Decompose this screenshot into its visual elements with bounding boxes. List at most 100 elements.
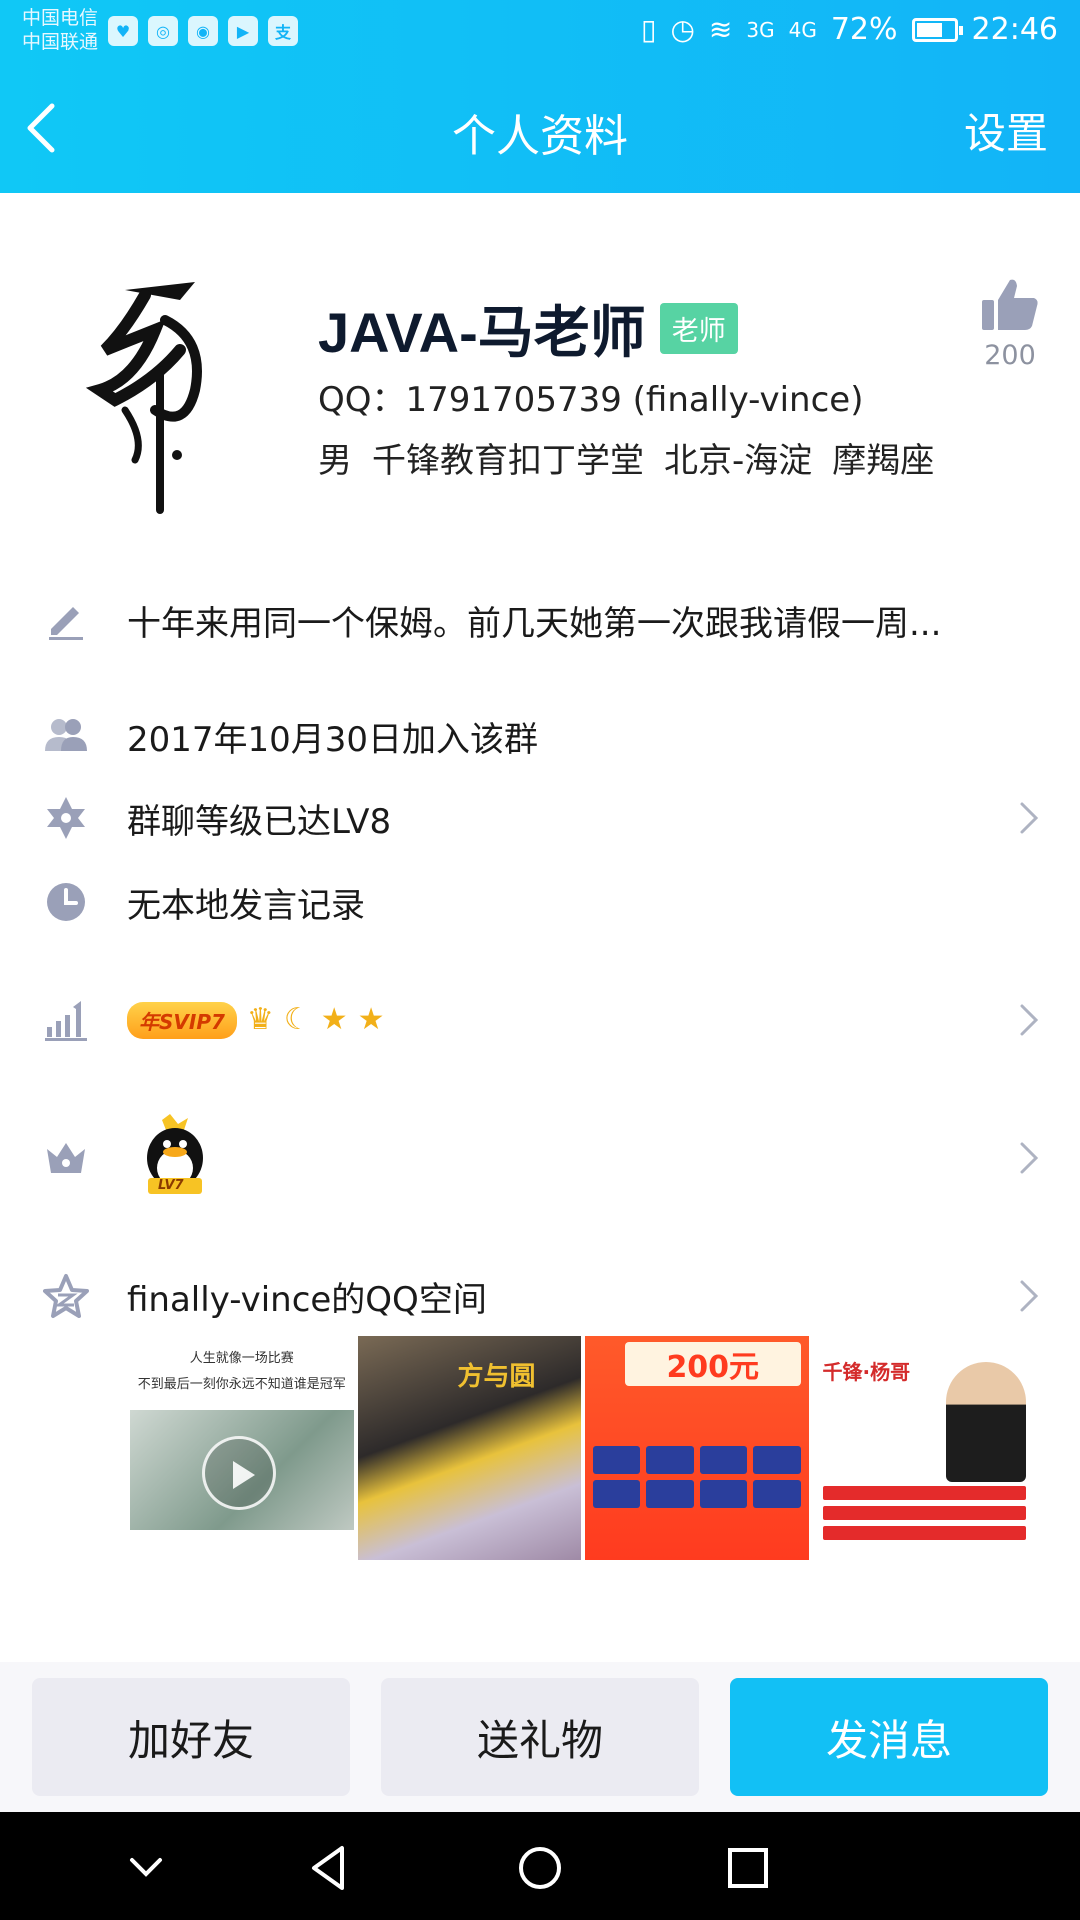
battery-percent: 72% (830, 12, 898, 47)
zodiac: 摩羯座 (832, 441, 935, 481)
group-level-row[interactable]: 群聊等级已达LV8 (0, 776, 1080, 860)
wifi-icon: ≋ (708, 13, 733, 46)
poster-title: 千锋·杨哥 (822, 1360, 911, 1384)
growth-chart-icon (42, 996, 90, 1044)
play-icon[interactable] (202, 1436, 276, 1510)
group-level-text: 群聊等级已达LV8 (127, 801, 392, 842)
course-tile (646, 1446, 694, 1474)
profile-name: JAVA-马老师 (318, 301, 646, 364)
calligraphy-avatar-image (85, 282, 202, 514)
alarm-icon: ◷ (670, 13, 695, 46)
clock-icon (42, 878, 90, 926)
poster-bar (822, 1526, 1026, 1540)
crown-icon: ♛ (246, 1002, 274, 1037)
qq-level-text: LV7 (158, 1178, 184, 1193)
svip-badge: 年SVIP7 (127, 1001, 237, 1039)
carrier-2: 中国联通 (22, 31, 99, 53)
alipay-icon: 支 (268, 16, 298, 46)
photo-caption-line: 不到最后一刻你永远不知道谁是冠军 (137, 1377, 346, 1392)
chevron-right-icon (1018, 1278, 1040, 1314)
chevron-right-icon (1018, 800, 1040, 836)
like-button[interactable]: 200 (974, 274, 1046, 371)
system-back-button[interactable] (302, 1840, 358, 1896)
battery-fill (916, 22, 943, 37)
poster-bar (822, 1486, 1026, 1500)
send-message-button[interactable]: 发消息 (730, 1678, 1048, 1796)
poster-bar (822, 1506, 1026, 1520)
clock: 22:46 (971, 12, 1058, 47)
video-icon: ▶ (228, 16, 258, 46)
qzone-row[interactable]: finally-vince的QQ空间 (0, 1254, 1080, 1338)
group-members-icon (42, 712, 90, 760)
action-bar: 加好友 送礼物 发消息 (0, 1662, 1080, 1812)
status-right: ▯ ◷ ≋ 3G 4G 72% 22:46 (641, 12, 1058, 47)
moon-icon: ☾ (283, 1002, 311, 1037)
nav-bar: 个人资料 设置 (0, 62, 1080, 193)
photo-caption: 人生就像一场比赛 不到最后一刻你永远不知道谁是冠军 (130, 1336, 354, 1398)
star-icon: ★ (320, 1002, 348, 1037)
promo-price: 200元 (625, 1342, 801, 1386)
qzone-photo[interactable]: 200元 (585, 1336, 809, 1560)
like-count: 200 (984, 340, 1036, 371)
star-icon: ★ (357, 1002, 385, 1037)
add-friend-button[interactable]: 加好友 (32, 1678, 350, 1796)
circle-home-icon (519, 1847, 561, 1889)
page-title: 个人资料 (452, 111, 628, 162)
collapse-button[interactable] (118, 1840, 174, 1896)
qq-number: QQ：1791705739 (finally-vince) (318, 380, 864, 420)
settings-button[interactable]: 设置 (964, 100, 1048, 161)
home-button[interactable] (512, 1840, 568, 1896)
signal-icon: 3G (746, 17, 775, 42)
qzone-photo[interactable]: 千锋·杨哥 (812, 1336, 1036, 1560)
health-icon: ♥ (108, 16, 138, 46)
chevron-right-icon (1018, 1002, 1040, 1038)
star-of-david-icon (42, 794, 90, 842)
qq-penguin-level-icon: LV7 (140, 1112, 210, 1196)
carrier-1: 中国电信 (22, 7, 99, 29)
square-recents-icon (728, 1848, 768, 1888)
avatar[interactable] (85, 270, 235, 520)
qzone-title: finally-vince的QQ空间 (127, 1279, 487, 1320)
course-tile (593, 1446, 641, 1474)
carrier-info: 中国电信 中国联通 (22, 6, 98, 54)
system-nav-bar (0, 1812, 1080, 1920)
triangle-back-icon (312, 1846, 344, 1890)
speech-record-row: 无本地发言记录 (0, 860, 1080, 944)
course-tile (646, 1480, 694, 1508)
course-tile (699, 1446, 748, 1474)
person-image (946, 1362, 1026, 1482)
header: 中国电信 中国联通 ♥ ◎ ◉ ▶ 支 ▯ ◷ ≋ 3G 4G 72% 22:4… (0, 0, 1080, 193)
role-badge: 老师 (659, 303, 738, 354)
recents-button[interactable] (720, 1840, 776, 1896)
chevron-right-icon (1018, 1140, 1040, 1176)
school: 千锋教育扣丁学堂 (372, 441, 644, 481)
course-tile (699, 1480, 748, 1508)
crown-outline-icon (42, 1134, 90, 1182)
name-row: JAVA-马老师 老师 (318, 288, 738, 369)
photo-caption-line: 人生就像一场比赛 (189, 1351, 294, 1366)
signature-row[interactable]: 十年来用同一个保姆。前几天她第一次跟我请假一周... (0, 578, 1080, 662)
app-icon: ◎ (148, 16, 178, 46)
location: 北京-海淀 (664, 441, 813, 481)
course-tile (753, 1480, 801, 1508)
edit-pencil-icon (42, 596, 90, 644)
book-title: 方与圆 (457, 1362, 536, 1392)
vibrate-icon: ▯ (641, 13, 657, 46)
course-tiles (593, 1446, 801, 1508)
course-tile (753, 1446, 801, 1474)
qzone-star-icon (42, 1272, 90, 1320)
vip-row[interactable]: 年SVIP7 ♛ ☾ ★ ★ (0, 978, 1080, 1062)
speech-record-text: 无本地发言记录 (127, 885, 365, 926)
qzone-photo[interactable]: 方与圆 (357, 1336, 581, 1560)
signature-text: 十年来用同一个保姆。前几天她第一次跟我请假一周... (127, 603, 942, 644)
joined-date-text: 2017年10月30日加入该群 (127, 719, 539, 760)
weibo-icon: ◉ (188, 16, 218, 46)
status-bar: 中国电信 中国联通 ♥ ◎ ◉ ▶ 支 ▯ ◷ ≋ 3G 4G 72% 22:4… (0, 0, 1080, 62)
qzone-photos: 人生就像一场比赛 不到最后一刻你永远不知道谁是冠军 方与圆 200元 千锋·杨哥 (130, 1336, 1036, 1560)
chevron-down-icon (130, 1858, 162, 1877)
send-gift-button[interactable]: 送礼物 (381, 1678, 699, 1796)
joined-row: 2017年10月30日加入该群 (0, 694, 1080, 778)
thumbs-up-icon (982, 279, 1038, 330)
qzone-photo[interactable]: 人生就像一场比赛 不到最后一刻你永远不知道谁是冠军 (130, 1336, 354, 1560)
poster-bars (822, 1486, 1026, 1546)
